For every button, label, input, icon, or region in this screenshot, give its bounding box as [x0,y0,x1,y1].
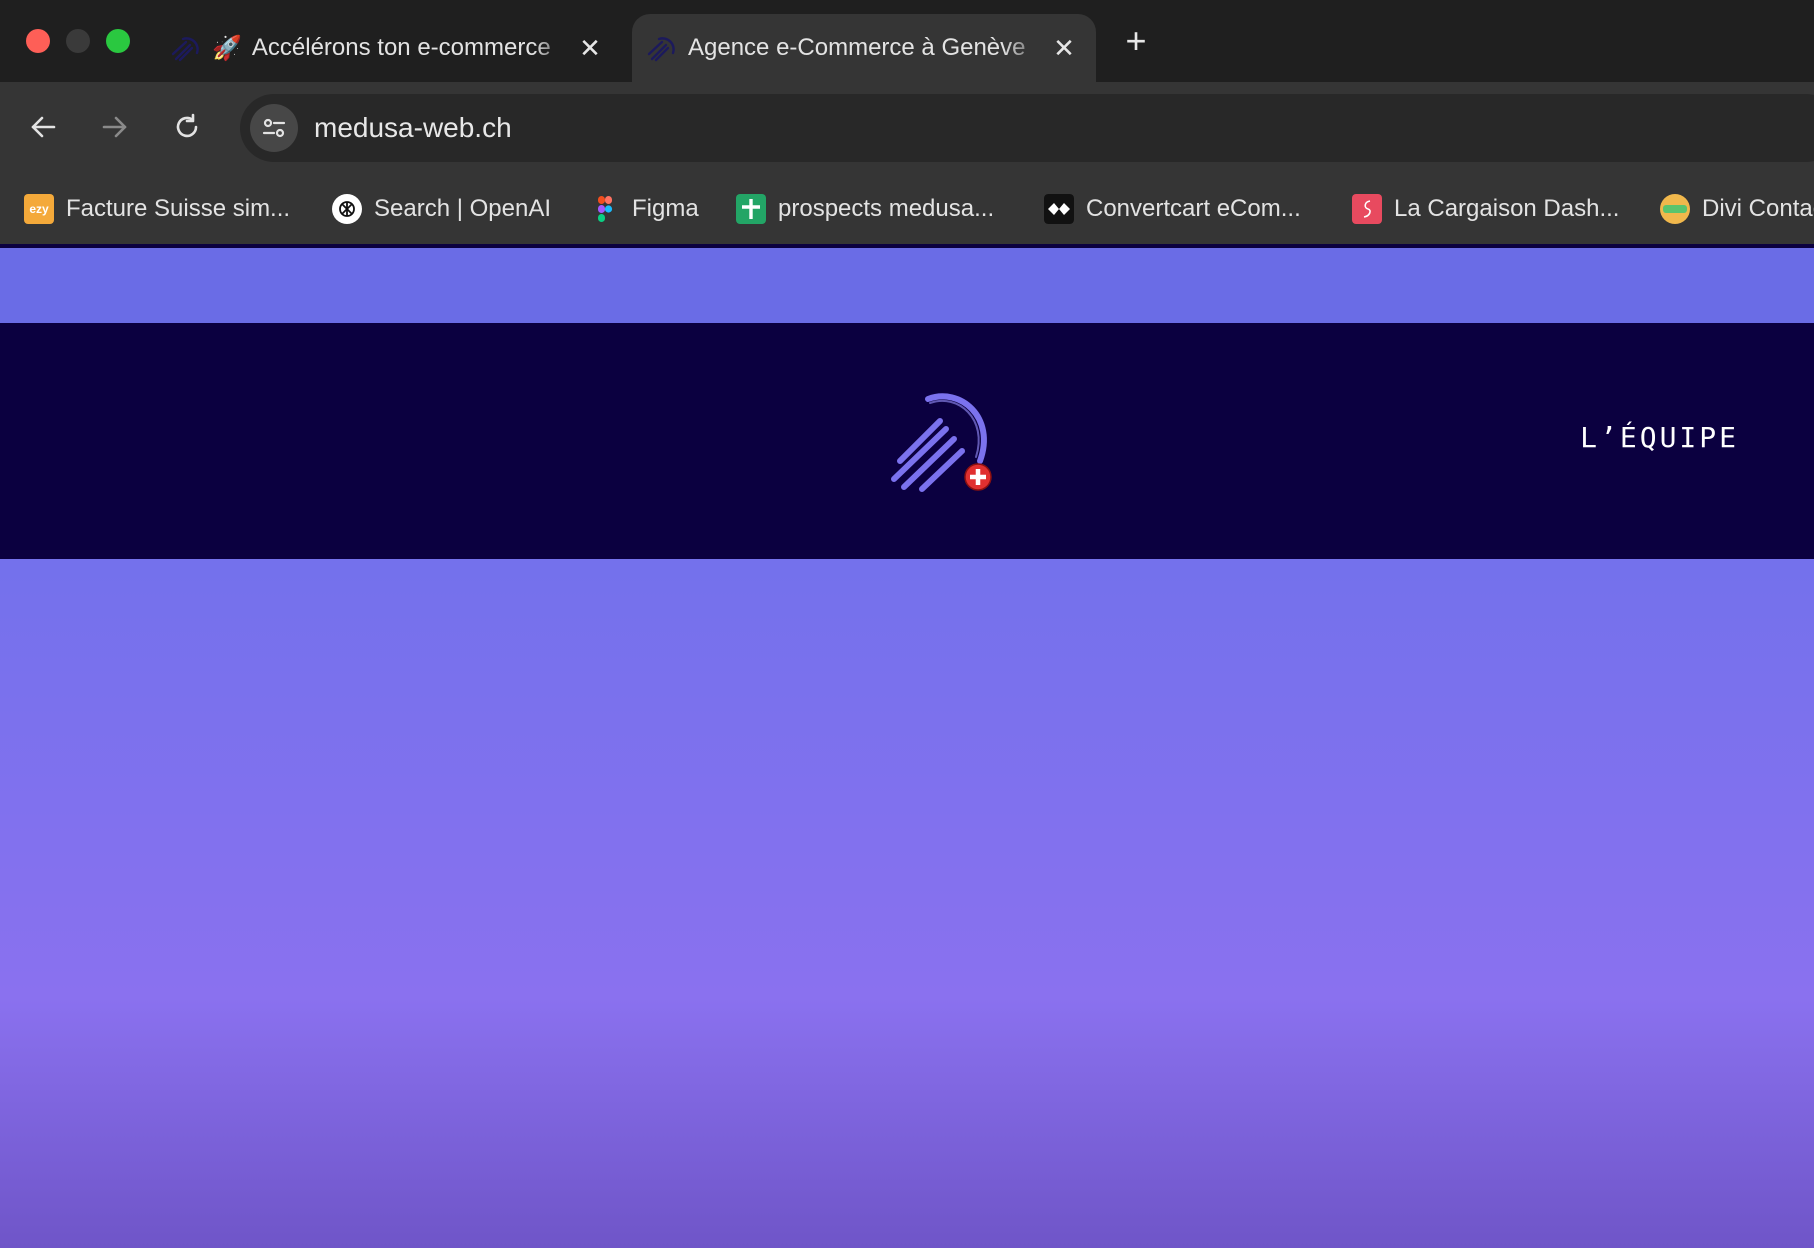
divi-icon [1660,194,1690,224]
bookmark-facture[interactable]: ezy Facture Suisse sim... [24,174,290,244]
tab-close-icon[interactable]: ✕ [572,30,608,66]
bookmark-cargaison[interactable]: La Cargaison Dash... [1352,174,1619,244]
address-bar[interactable]: medusa-web.ch [240,94,1814,162]
browser-toolbar: medusa-web.ch [0,82,1814,174]
bookmark-label: prospects medusa... [778,195,995,222]
arrow-right-icon [102,116,127,138]
new-tab-button[interactable]: + [1118,18,1154,64]
bookmark-divi[interactable]: Divi Contact [1660,174,1814,244]
tab-close-icon[interactable]: ✕ [1046,30,1082,66]
rocket-emoji: 🚀 [212,34,242,62]
arrow-left-icon [31,116,56,138]
cargaison-icon [1352,194,1382,224]
reload-button[interactable] [164,104,210,150]
window-maximize-button[interactable] [106,29,130,53]
tab-strip: 🚀 Accélérons ton e-commerce ✕ Agence e-C… [0,0,1814,82]
window-minimize-button[interactable] [66,29,90,53]
bookmark-figma[interactable]: Figma [590,174,699,244]
forward-button[interactable] [92,104,138,150]
medusa-logo-icon [171,37,199,62]
bookmark-convertcart[interactable]: Convertcart eCom... [1044,174,1301,244]
medusa-logo-icon[interactable] [888,391,1002,495]
site-header: L’ÉQUIPE [0,323,1814,559]
nav-link-equipe[interactable]: L’ÉQUIPE [1580,421,1739,454]
bookmark-label: Search | OpenAI [374,195,551,222]
openai-icon [332,194,362,224]
reload-icon [176,113,198,138]
bookmark-label: Figma [632,195,699,222]
bookmark-label: Facture Suisse sim... [66,195,291,222]
bookmark-label: La Cargaison Dash... [1394,195,1620,222]
window-close-button[interactable] [26,29,50,53]
figma-icon [598,196,613,222]
bookmarks-bar: ezy Facture Suisse sim... Search | OpenA… [0,174,1814,244]
site-settings-button[interactable] [250,104,298,152]
sheets-icon [736,194,766,224]
bookmark-prospects[interactable]: prospects medusa... [736,174,994,244]
top-banner [0,248,1814,323]
tab-accelerons[interactable]: 🚀 Accélérons ton e-commerce ✕ [170,14,608,82]
tab-title: Agence e-Commerce à Genève [688,34,1026,61]
tab-agence-ecommerce[interactable]: Agence e-Commerce à Genève ✕ [632,14,1096,82]
medusa-logo-icon [647,37,675,62]
convertcart-icon [1044,194,1074,224]
url-text[interactable]: medusa-web.ch [314,94,512,162]
ezy-icon: ezy [24,194,54,224]
web-page: L’ÉQUIPE [0,244,1814,1248]
tune-icon [262,118,286,138]
back-button[interactable] [20,104,66,150]
bookmark-label: Convertcart eCom... [1086,195,1301,222]
tab-title: Accélérons ton e-commerce [251,34,551,61]
bookmark-openai[interactable]: Search | OpenAI [332,174,551,244]
bookmark-label: Divi Contact [1702,195,1814,222]
